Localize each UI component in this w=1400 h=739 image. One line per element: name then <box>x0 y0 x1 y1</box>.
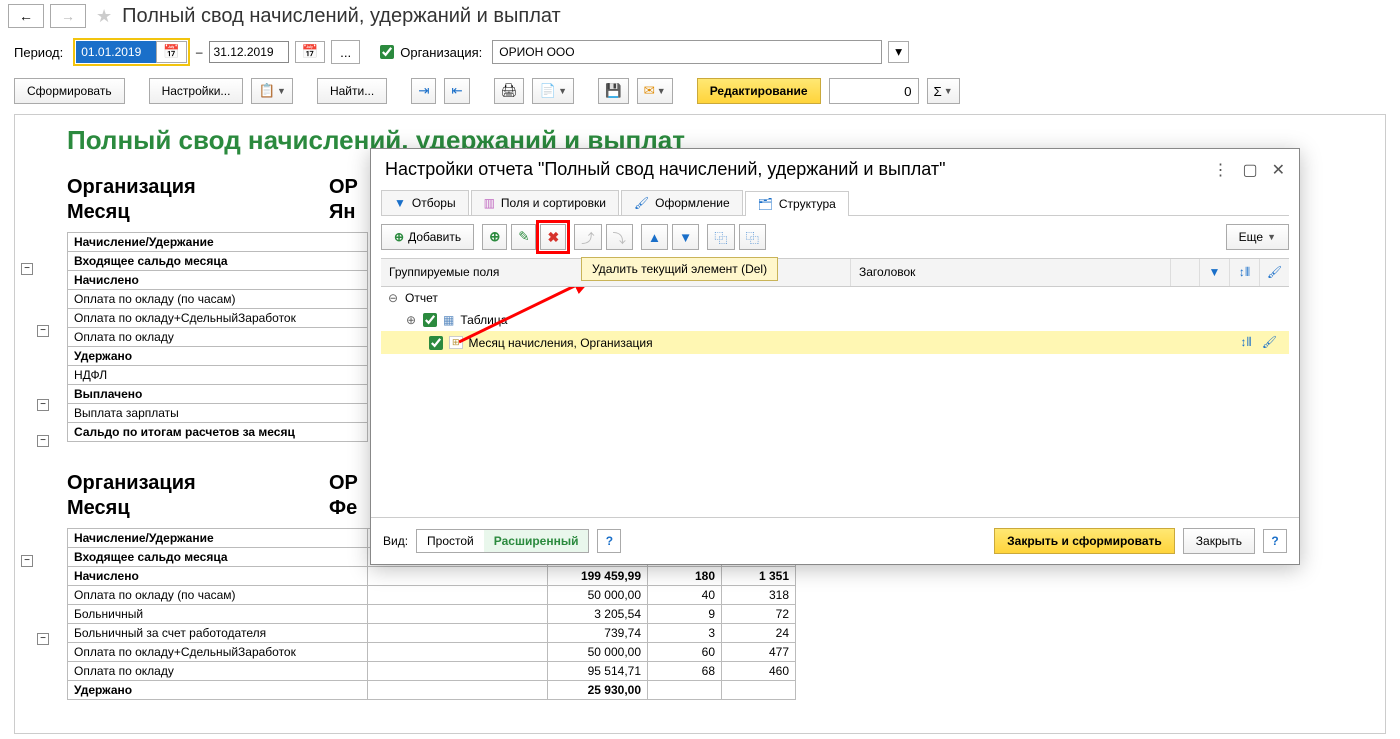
filter-col-icon[interactable]: ▼ <box>1199 259 1229 286</box>
tree-icon: 🗂 <box>758 197 773 211</box>
delete-highlight: ✖ <box>540 224 566 250</box>
date-from-input[interactable] <box>76 41 156 63</box>
tree-toggle[interactable]: − <box>21 263 33 275</box>
mode-extended[interactable]: Расширенный <box>484 530 589 552</box>
org-label: Организация: <box>400 45 482 60</box>
period-bar: Период: 📅 – 📅 ... Организация: ▾ <box>0 32 1400 72</box>
settings-dialog: Настройки отчета "Полный свод начислений… <box>370 148 1300 565</box>
edit-mode-button[interactable]: Редактирование <box>697 78 821 104</box>
help-button[interactable]: ? <box>597 529 621 553</box>
copy-icon[interactable]: ⿻ <box>707 224 734 250</box>
tree-root[interactable]: ⊖ Отчет <box>381 287 1289 309</box>
collapse-icon[interactable]: ⊖ <box>387 291 399 305</box>
period-picker-button[interactable]: ... <box>331 40 360 64</box>
calendar-from-icon[interactable]: 📅 <box>156 41 187 63</box>
tab-structure[interactable]: 🗂Структура <box>745 191 849 216</box>
main-toolbar: Сформировать Настройки... 📋▼ Найти... ⇥ … <box>0 72 1400 110</box>
find-button[interactable]: Найти... <box>317 78 387 104</box>
dialog-footer: Вид: Простой Расширенный ? Закрыть и сфо… <box>371 517 1299 564</box>
org-input[interactable] <box>492 40 882 64</box>
mode-simple[interactable]: Простой <box>417 530 484 552</box>
key-icon: ⊞ <box>449 336 463 349</box>
dialog-close-icon[interactable]: ✕ <box>1272 160 1285 180</box>
email-icon[interactable]: ✉▼ <box>637 78 673 104</box>
move-down-icon[interactable]: ▼ <box>672 224 699 250</box>
tree-toggle[interactable]: − <box>21 555 33 567</box>
sum-icon[interactable]: Σ▼ <box>927 78 960 104</box>
tree-toggle[interactable]: − <box>37 325 49 337</box>
print-list-icon[interactable]: 📄▼ <box>532 78 574 104</box>
dialog-more-icon[interactable]: ⋮ <box>1212 160 1228 180</box>
edit-icon[interactable]: ✎ <box>511 224 536 250</box>
date-to-input[interactable] <box>209 41 289 63</box>
delete-button[interactable]: ✖ <box>540 224 566 250</box>
save-icon[interactable]: 💾 <box>598 78 629 104</box>
tree-toggle[interactable]: − <box>37 633 49 645</box>
delete-tooltip: Удалить текущий элемент (Del) <box>581 257 778 281</box>
generate-button[interactable]: Сформировать <box>14 78 125 104</box>
dialog-maximize-icon[interactable]: ▢ <box>1242 160 1257 180</box>
apply-close-button[interactable]: Закрыть и сформировать <box>994 528 1175 554</box>
funnel-icon: ▼ <box>394 196 406 210</box>
org-dropdown-icon[interactable]: ▾ <box>888 41 909 63</box>
period-sep: – <box>196 45 203 59</box>
settings-button[interactable]: Настройки... <box>149 78 244 104</box>
settings-variants-icon[interactable]: 📋▼ <box>251 78 293 104</box>
fields-icon: ▥ <box>484 196 495 210</box>
titlebar: ← → ★ Полный свод начислений, удержаний … <box>0 0 1400 32</box>
row-checkbox[interactable] <box>423 313 437 327</box>
favorite-star-icon[interactable]: ★ <box>96 6 112 27</box>
tab-fields[interactable]: ▥Поля и сортировки <box>471 190 619 215</box>
ungroup-icon[interactable]: ⤵ <box>606 224 633 250</box>
org-checkbox[interactable] <box>380 45 394 59</box>
col-title: Заголовок <box>851 259 1171 286</box>
tree-toggle[interactable]: − <box>37 435 49 447</box>
forward-button[interactable]: → <box>50 4 86 28</box>
print-icon[interactable]: 🖨 <box>494 78 525 104</box>
dialog-title: Настройки отчета "Полный свод начислений… <box>385 159 945 180</box>
brush-icon: 🖌 <box>634 196 649 210</box>
close-button[interactable]: Закрыть <box>1183 528 1255 554</box>
calendar-to-icon[interactable]: 📅 <box>295 41 326 63</box>
view-mode-toggle: Простой Расширенный <box>416 529 589 553</box>
structure-tree[interactable]: ⊖ Отчет ⊕ ▦ Таблица ⊞ Месяц начисления, … <box>381 287 1289 517</box>
dialog-tabs: ▼Отборы ▥Поля и сортировки 🖌Оформление 🗂… <box>381 190 1289 216</box>
expand-icon[interactable]: ⊕ <box>405 313 417 327</box>
row-format-icon[interactable]: 🖌 <box>1262 335 1277 350</box>
sort-col-icon[interactable]: ↕⦀ <box>1229 259 1259 286</box>
tree-child-selected[interactable]: ⊞ Месяц начисления, Организация ↕⦀ 🖌 <box>381 331 1289 354</box>
row-checkbox[interactable] <box>429 336 443 350</box>
section1-table: Начисление/Удержание Входящее сальдо мес… <box>67 232 368 442</box>
back-button[interactable]: ← <box>8 4 44 28</box>
format-col-icon[interactable]: 🖌 <box>1259 259 1289 286</box>
tree-child-table[interactable]: ⊕ ▦ Таблица <box>381 309 1289 331</box>
date-from-wrap: 📅 <box>73 38 190 66</box>
period-label: Период: <box>14 45 63 60</box>
table-icon: ▦ <box>443 313 454 327</box>
collapse-icon[interactable]: ⇤ <box>444 78 469 104</box>
dialog-toolbar: ⊕Добавить ⊕ ✎ ✖ ⤴ ⤵ ▲ ▼ ⿻ ⿻ Еще ▼ <box>371 216 1299 258</box>
add-group-icon[interactable]: ⊕ <box>482 224 507 250</box>
delete-icon: ✖ <box>547 229 559 246</box>
counter-input[interactable] <box>829 78 919 104</box>
view-label: Вид: <box>383 534 408 548</box>
row-sort-icon[interactable]: ↕⦀ <box>1240 335 1251 350</box>
plus-icon: ⊕ <box>394 230 404 244</box>
page-title: Полный свод начислений, удержаний и выпл… <box>122 5 561 28</box>
more-button[interactable]: Еще ▼ <box>1226 224 1289 250</box>
help-button-2[interactable]: ? <box>1263 529 1287 553</box>
tree-toggle[interactable]: − <box>37 399 49 411</box>
paste-icon[interactable]: ⿻ <box>739 224 766 250</box>
group-icon[interactable]: ⤴ <box>574 224 601 250</box>
tab-filters[interactable]: ▼Отборы <box>381 190 469 215</box>
grid-header: Группируемые поля Заголовок ▼ ↕⦀ 🖌 Удали… <box>381 258 1289 287</box>
move-up-icon[interactable]: ▲ <box>641 224 668 250</box>
expand-icon[interactable]: ⇥ <box>411 78 436 104</box>
tab-appearance[interactable]: 🖌Оформление <box>621 190 743 215</box>
add-button[interactable]: ⊕Добавить <box>381 224 474 250</box>
